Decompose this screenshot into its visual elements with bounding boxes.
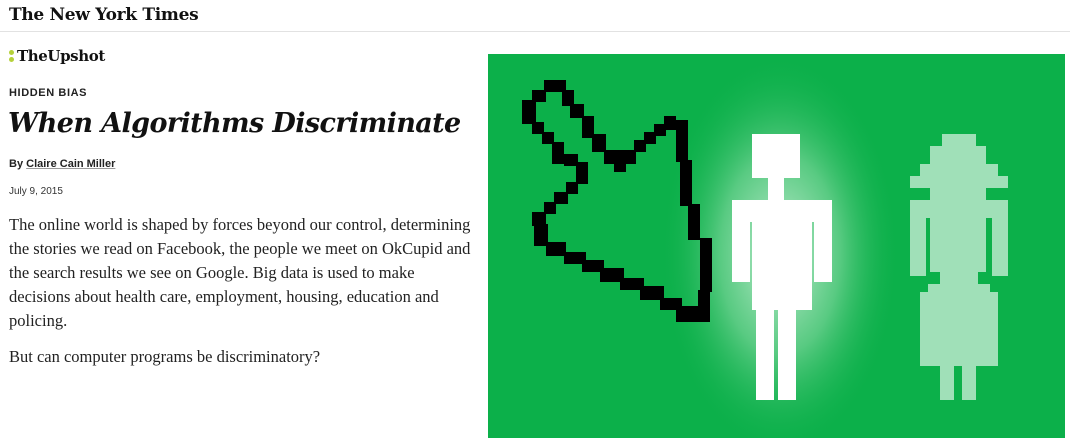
- article-headline: When Algorithms Discriminate: [8, 108, 461, 139]
- upshot-dots-icon: [9, 49, 14, 63]
- section-name: TheUpshot: [17, 47, 105, 65]
- female-figure-icon: [910, 134, 1008, 400]
- section-logo-upshot[interactable]: TheUpshot: [9, 47, 105, 65]
- nyt-logo[interactable]: The New York Times: [9, 5, 199, 25]
- illustration-svg: [522, 54, 1008, 438]
- byline: By Claire Cain Miller: [9, 158, 115, 170]
- author-link[interactable]: Claire Cain Miller: [26, 158, 115, 170]
- article-date: July 9, 2015: [9, 186, 63, 197]
- masthead: The New York Times: [0, 0, 1070, 32]
- article-kicker: HIDDEN BIAS: [9, 87, 88, 99]
- article-question: But can computer programs be discriminat…: [9, 347, 321, 366]
- article-illustration: [488, 54, 1065, 438]
- byline-prefix: By: [9, 158, 24, 170]
- article-summary: The online world is shaped by forces bey…: [9, 215, 471, 330]
